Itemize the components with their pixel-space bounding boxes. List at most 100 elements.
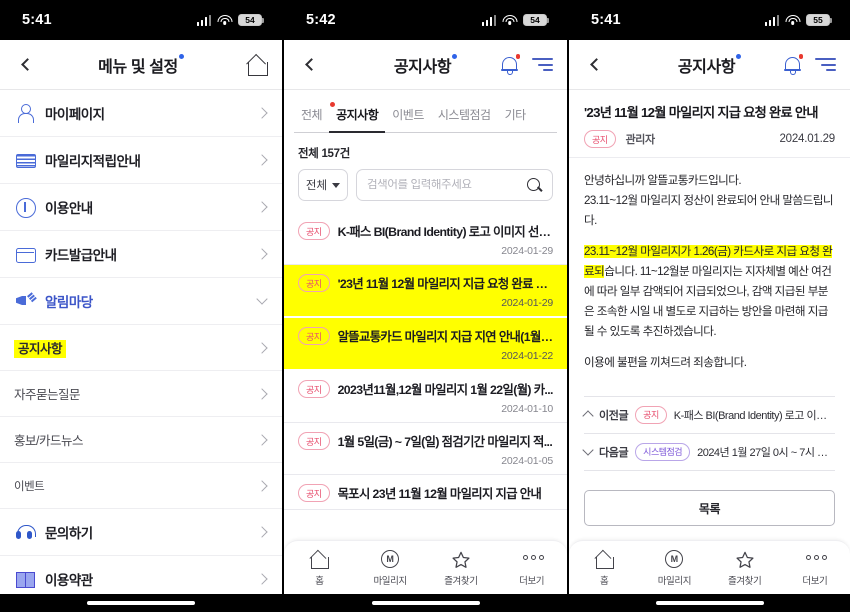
next-article-link[interactable]: 다음글 시스템점검 2024년 1월 27일 0시 ~ 7시 시스... [582, 434, 835, 471]
status-bar: 5:41 55 [569, 0, 850, 40]
notice-detail: '23년 11월 12월 마일리지 지급 요청 완료 안내 공지 관리자 202… [569, 90, 850, 540]
status-badge: 공지 [298, 432, 330, 451]
status-indicators: 54 [481, 13, 549, 27]
bottom-nav-home[interactable]: 홈 [288, 549, 350, 587]
next-title: 2024년 1월 27일 0시 ~ 7시 시스... [697, 446, 835, 459]
notice-list-item[interactable]: 공지 1월 5일(금) ~ 7일(일) 점검기간 마일리지 적... 2024-0… [284, 423, 567, 476]
menu-item-contact[interactable]: 문의하기 [0, 509, 282, 556]
back-button[interactable] [298, 50, 324, 80]
notice-list-item[interactable]: 공지 목포시 23년 11월 12월 마일리지 지급 안내 [284, 475, 567, 511]
notice-list-item[interactable]: 공지 K-패스 BI(Brand Identity) 로고 이미지 선호... 2… [284, 213, 567, 266]
tab-label: 공지사항 [336, 108, 379, 122]
bell-icon[interactable] [500, 54, 520, 75]
bottom-nav-favorites[interactable]: 즐겨찾기 [714, 549, 776, 587]
tab-system-check[interactable]: 시스템점검 [431, 104, 498, 132]
submenu-item-faq[interactable]: 자주묻는질문 [0, 371, 282, 417]
bottom-nav-label: 즐겨찾기 [444, 575, 478, 587]
search-input[interactable] [367, 179, 521, 192]
bell-icon[interactable] [783, 54, 803, 75]
notice-title: 1월 5일(금) ~ 7일(일) 점검기간 마일리지 적... [337, 435, 553, 450]
chevron-up-icon [582, 410, 594, 423]
cellular-bars-icon [196, 14, 211, 26]
tab-notices[interactable]: 공지사항 [329, 102, 386, 134]
bottom-nav-label: 마일리지 [373, 575, 407, 587]
bottom-nav-label: 즐겨찾기 [727, 575, 762, 587]
next-label: 다음글 [599, 446, 629, 459]
tab-events[interactable]: 이벤트 [385, 104, 431, 132]
back-button[interactable] [583, 50, 609, 80]
menu-item-card-issue-guide[interactable]: 카드발급안내 [0, 231, 282, 278]
bottom-nav-more[interactable]: 더보기 [784, 549, 846, 587]
filter-dropdown[interactable]: 전체 [298, 169, 348, 202]
tab-all[interactable]: 전체 [294, 104, 329, 132]
submenu-item-event[interactable]: 이벤트 [0, 463, 282, 509]
tab-label: 이벤트 [392, 108, 424, 122]
home-indicator[interactable] [655, 601, 764, 605]
cellular-bars-icon [764, 14, 779, 26]
panel-menu-settings: 5:41 54 메뉴 및 설정 마이페이지 마일리지적립안내 이용안내 카드발급… [0, 0, 282, 612]
notice-date: 2024-01-10 [501, 403, 553, 416]
chevron-down-icon [582, 444, 594, 457]
hamburger-icon[interactable] [532, 57, 553, 73]
menu-item-usage-guide[interactable]: 이용안내 [0, 184, 282, 231]
menu-item-mileage-guide[interactable]: 마일리지적립안내 [0, 137, 282, 184]
tab-others[interactable]: 기타 [498, 104, 533, 132]
home-icon[interactable] [246, 55, 268, 76]
result-count: 전체 157건 [298, 148, 351, 161]
wifi-icon [217, 14, 232, 26]
detail-paragraph-highlighted: 23.11~12월 마일리지가 1.26(금) 카드사로 지급 요청 완료되습니… [584, 242, 835, 342]
panel-notice-list: 5:42 54 공지사항 전체 공지사항 이벤트 시스템점검 기타 전체 157… [284, 0, 567, 612]
app-bar: 공지사항 [284, 40, 567, 90]
app-bar: 메뉴 및 설정 [0, 40, 282, 90]
bottom-nav-mileage[interactable]: M 마일리지 [359, 549, 421, 587]
notice-title: 목포시 23년 11월 12월 마일리지 지급 안내 [337, 487, 542, 502]
battery-level: 55 [813, 14, 823, 25]
bottom-navigation: 홈 M 마일리지 즐겨찾기 더보기 [569, 540, 850, 594]
notice-list-item[interactable]: 공지 2023년11월,12월 마일리지 1월 22일(월) 카... 2024-… [284, 371, 567, 424]
page-title-text: 공지사항 [677, 58, 736, 76]
home-indicator-area [284, 594, 567, 612]
search-icon[interactable] [527, 177, 542, 193]
menu-list: 마이페이지 마일리지적립안내 이용안내 카드발급안내 알림마당 공지사항 자주묻… [0, 90, 282, 594]
chevron-right-icon [256, 387, 268, 400]
chevron-left-icon [304, 58, 318, 71]
status-badge: 공지 [298, 380, 330, 399]
page-title: 메뉴 및 설정 [0, 53, 282, 77]
hamburger-icon[interactable] [815, 57, 836, 73]
person-icon [14, 102, 36, 124]
submenu-item-label: 이벤트 [14, 480, 45, 493]
submenu-item-label: 홍보/카드뉴스 [14, 434, 83, 448]
detail-line-4: 이용에 불편을 끼쳐드려 죄송합니다. [584, 355, 747, 369]
submenu-item-cardnews[interactable]: 홍보/카드뉴스 [0, 417, 282, 463]
home-indicator[interactable] [87, 601, 195, 605]
notice-list-item[interactable]: 공지 '23년 11월 12월 마일리지 지급 요청 완료 안내 2024-01-… [284, 265, 567, 319]
submenu-item-notices[interactable]: 공지사항 [0, 325, 282, 371]
list-button[interactable]: 목록 [584, 490, 835, 526]
bottom-nav-favorites[interactable]: 즐겨찾기 [430, 549, 492, 587]
status-badge: 공지 [584, 130, 616, 149]
menu-item-terms[interactable]: 이용약관 [0, 556, 282, 594]
mileage-circle-m-icon: M [663, 549, 685, 569]
back-button[interactable] [14, 50, 40, 80]
notice-list-item[interactable]: 공지 알뜰교통카드 마일리지 지급 지연 안내(1월 2... 2024-01-2… [284, 318, 567, 372]
menu-item-label: 이용약관 [45, 573, 93, 588]
prev-article-link[interactable]: 이전글 공지 K-패스 BI(Brand Identity) 로고 이미지... [582, 397, 835, 434]
menu-item-label: 마이페이지 [45, 107, 105, 122]
chevron-left-icon [589, 58, 603, 71]
menu-item-mypage[interactable]: 마이페이지 [0, 90, 282, 137]
menu-item-label: 카드발급안내 [45, 248, 117, 263]
tab-label: 전체 [301, 108, 323, 122]
home-indicator-area [0, 594, 282, 612]
notice-list: 공지 K-패스 BI(Brand Identity) 로고 이미지 선호... 2… [284, 213, 567, 540]
chevron-right-icon [256, 479, 268, 492]
home-indicator[interactable] [371, 601, 480, 605]
bottom-nav-more[interactable]: 더보기 [501, 549, 563, 587]
search-box[interactable] [356, 169, 553, 202]
bottom-nav-mileage[interactable]: M 마일리지 [643, 549, 705, 587]
battery-icon: 54 [238, 13, 264, 27]
menu-item-notification-center[interactable]: 알림마당 [0, 278, 282, 325]
tab-new-dot-icon [330, 102, 336, 107]
bottom-nav-home[interactable]: 홈 [573, 549, 635, 587]
star-icon [450, 549, 472, 569]
notice-date: 2024-01-22 [501, 350, 553, 363]
